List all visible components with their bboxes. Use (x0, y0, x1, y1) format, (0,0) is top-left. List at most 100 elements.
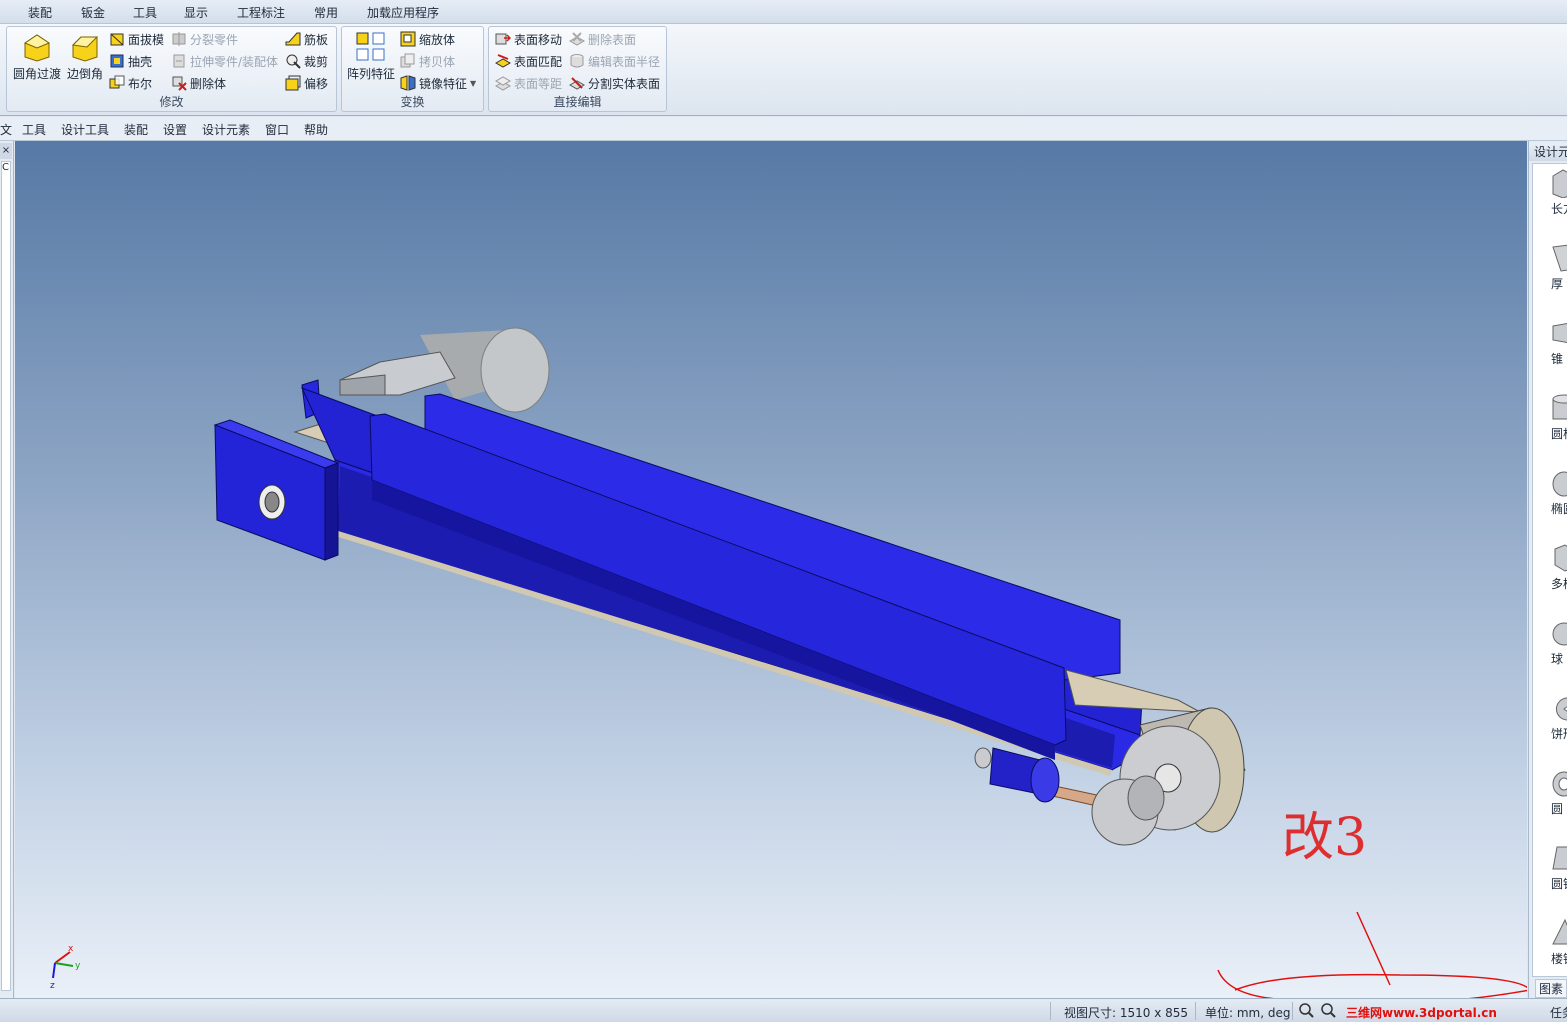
zoom-fit-icon[interactable] (1298, 1002, 1314, 1021)
tab-drawing-annotation[interactable]: 工程标注 (237, 4, 285, 21)
split-solid-face-label: 分割实体表面 (588, 76, 661, 91)
shell-button[interactable]: 抽壳 (109, 51, 152, 71)
mirror-feature-button[interactable]: 镜像特征 ▼ (400, 73, 476, 93)
shape-pyramid[interactable]: 楼锥 (1533, 914, 1567, 976)
left-design-tree-panel: × C (0, 141, 14, 998)
shape-library[interactable]: 长方 厚 锥 圆柱 椭圆 多棱 (1532, 163, 1567, 977)
tab-display[interactable]: 显示 (184, 4, 208, 21)
mirror-feature-label: 镜像特征 (419, 76, 468, 91)
pattern-icon (356, 32, 385, 61)
shape-polygonal-prism[interactable]: 多棱 (1533, 539, 1567, 609)
menu-assembly[interactable]: 装配 (124, 121, 148, 138)
copy-body-icon (400, 53, 415, 68)
shape-cone[interactable]: 锥 (1533, 314, 1567, 384)
tab-add-ins[interactable]: 加载应用程序 (367, 4, 439, 21)
view-size-readout: 视图尺寸: 1510 x 855 (1064, 1006, 1189, 1020)
boolean-icon (109, 75, 125, 89)
offset-icon (285, 75, 301, 91)
left-panel-close-button[interactable]: × (0, 143, 12, 159)
shape-round-cone[interactable]: 圆锥 (1533, 839, 1567, 909)
face-match-icon (495, 54, 511, 68)
motor-mount[interactable] (339, 351, 456, 396)
trim-icon (286, 54, 301, 69)
round-cone-icon (1552, 846, 1567, 870)
shape-torus[interactable]: 圆 (1533, 764, 1567, 834)
copy-body-button[interactable]: 拷贝体 (400, 51, 455, 71)
split-part-button[interactable]: 分裂零件 (171, 29, 238, 49)
shell-label: 抽壳 (128, 54, 153, 69)
chamfer-button[interactable]: 边倒角 (65, 31, 105, 82)
face-move-icon (495, 33, 511, 45)
ellipsoid-icon (1552, 471, 1567, 497)
group-transform: 阵列特征 缩放体 拷贝体 镜像特征 ▼ 变换 (341, 26, 484, 112)
belt-right[interactable] (1065, 669, 1201, 713)
shaft-collar[interactable] (1030, 757, 1060, 803)
shape-box[interactable]: 长方 (1533, 164, 1567, 234)
shape-cylinder-label: 圆柱 (1551, 427, 1567, 441)
shape-pie[interactable]: 饼形 (1533, 689, 1567, 759)
face-match-button[interactable]: 表面匹配 (495, 51, 562, 71)
menu-file[interactable]: 文 (0, 121, 12, 138)
group-direct-edit: 表面移动 表面匹配 表面等距 删除表面 编辑表面半径 分割实体表面 直接编辑 (488, 26, 667, 112)
shape-sphere[interactable]: 球 (1533, 614, 1567, 684)
split-solid-face-button[interactable]: 分割实体表面 (569, 73, 660, 93)
cad-application-window: 装配 钣金 工具 显示 工程标注 常用 加载应用程序 圆角过渡 边倒角 面拔模 (0, 0, 1567, 1022)
face-offset-button[interactable]: 表面等距 (495, 73, 562, 93)
menu-design-elements[interactable]: 设计元素 (202, 121, 250, 138)
delete-face-button[interactable]: 删除表面 (569, 29, 636, 49)
design-tree[interactable]: C (1, 161, 11, 991)
pie-icon (1556, 697, 1567, 721)
zoom-icon[interactable] (1320, 1002, 1336, 1021)
delete-body-button[interactable]: 删除体 (171, 73, 226, 93)
3d-viewport[interactable]: 改3 x y z (15, 141, 1527, 998)
rib-button[interactable]: 筋板 (285, 29, 328, 49)
boolean-button[interactable]: 布尔 (109, 73, 152, 93)
delete-face-label: 删除表面 (588, 32, 637, 47)
menu-design-tools[interactable]: 设计工具 (61, 121, 109, 138)
design-tree-text: C (2, 162, 9, 173)
shape-polygonal-prism-label: 多棱 (1551, 577, 1567, 591)
torus-icon (1552, 771, 1567, 797)
shape-cylinder[interactable]: 圆柱 (1533, 389, 1567, 459)
shape-box-label: 长方 (1551, 202, 1567, 216)
rib-icon (285, 32, 301, 46)
rib-label: 筋板 (304, 32, 329, 47)
chamfer-label: 边倒角 (66, 67, 103, 81)
face-move-button[interactable]: 表面移动 (495, 29, 562, 49)
scale-body-button[interactable]: 缩放体 (400, 29, 455, 49)
tab-common[interactable]: 常用 (314, 4, 338, 21)
cone-icon (1552, 322, 1567, 344)
shape-thick-plate[interactable]: 厚 (1533, 239, 1567, 309)
tab-tools[interactable]: 工具 (133, 4, 157, 21)
face-draft-button[interactable]: 面拔模 (109, 29, 164, 49)
split-part-icon (172, 32, 186, 46)
pattern-feature-button[interactable]: 阵列特征 (344, 31, 398, 82)
handwritten-annotation: 改3 (1217, 808, 1527, 998)
shape-ellipsoid[interactable]: 椭圆 (1533, 464, 1567, 534)
elements-footer-tab[interactable]: 图素 (1535, 979, 1567, 998)
menu-settings[interactable]: 设置 (163, 121, 187, 138)
axis-y-label: y (75, 961, 81, 971)
dropdown-arrow-icon[interactable]: ▼ (470, 79, 476, 88)
tab-sheet-metal[interactable]: 钣金 (81, 4, 105, 21)
fillet-button[interactable]: 圆角过渡 (11, 31, 63, 82)
menu-window[interactable]: 窗口 (265, 121, 289, 138)
tab-assembly[interactable]: 装配 (28, 4, 52, 21)
edit-face-radius-button[interactable]: 编辑表面半径 (569, 51, 660, 71)
menu-tools[interactable]: 工具 (22, 121, 46, 138)
chamfer-icon (71, 36, 99, 62)
shape-ellipsoid-label: 椭圆 (1551, 502, 1567, 516)
units-readout: 单位: mm, deg (1205, 1006, 1291, 1020)
front-end-plate[interactable] (213, 419, 340, 561)
menu-help[interactable]: 帮助 (304, 121, 328, 138)
split-face-icon (569, 77, 585, 90)
trim-button[interactable]: 裁剪 (285, 51, 328, 71)
model-canvas[interactable]: 改3 x y z (15, 141, 1527, 998)
stretch-part-button[interactable]: 拉伸零件/装配体 (171, 51, 278, 71)
scale-body-label: 缩放体 (419, 32, 456, 47)
ribbon-tab-bar: 装配 钣金 工具 显示 工程标注 常用 加载应用程序 (0, 0, 1567, 24)
thick-plate-icon (1552, 244, 1567, 272)
status-divider (1050, 1002, 1051, 1020)
axis-z-label: z (50, 981, 55, 991)
offset-button[interactable]: 偏移 (285, 73, 328, 93)
